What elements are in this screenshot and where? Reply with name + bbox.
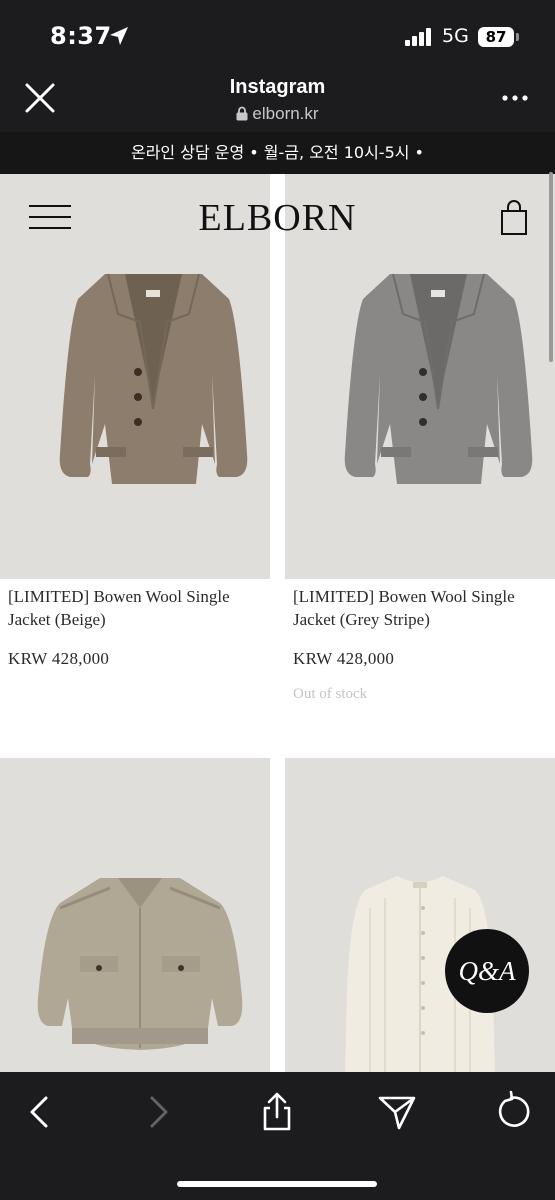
product-card[interactable]: [LIMITED] Bowen Wool Single Jacket (Beig…: [0, 174, 270, 759]
back-icon[interactable]: [18, 1090, 62, 1134]
qa-button[interactable]: Q&A: [445, 929, 529, 1013]
send-icon[interactable]: [375, 1090, 419, 1134]
announcement-bar: 온라인 상담 운영 • 월-금, 오전 10시-5시 •: [0, 132, 555, 174]
browser-header: Instagram elborn.kr: [0, 70, 555, 132]
product-card[interactable]: [285, 758, 555, 1072]
jacket-image: [37, 878, 243, 1050]
lock-icon: [236, 106, 248, 121]
cardigan-image: [345, 876, 495, 1072]
forward-icon[interactable]: [136, 1090, 180, 1134]
product-title[interactable]: [LIMITED] Bowen Wool Single Jacket (Grey…: [293, 585, 551, 631]
signal-icon: [405, 28, 431, 46]
browser-url-text: elborn.kr: [252, 104, 319, 123]
product-title[interactable]: [LIMITED] Bowen Wool Single Jacket (Beig…: [8, 585, 266, 631]
site-logo[interactable]: ELBORN: [0, 196, 555, 240]
status-time: 8:37: [50, 22, 112, 50]
more-icon[interactable]: [500, 88, 530, 108]
product-price: KRW 428,000: [8, 649, 110, 668]
browser-url: elborn.kr: [0, 104, 555, 124]
product-card[interactable]: [0, 758, 270, 1072]
battery-icon: 87: [478, 27, 514, 47]
browser-title: Instagram: [229, 76, 326, 98]
product-image[interactable]: [0, 758, 270, 1072]
product-price: KRW 428,000: [293, 649, 395, 668]
battery-tip: [516, 33, 519, 41]
network-type: 5G: [442, 25, 469, 47]
product-image[interactable]: [285, 758, 555, 1072]
home-indicator: [177, 1181, 377, 1187]
stock-status: Out of stock: [293, 686, 368, 702]
reload-icon[interactable]: [493, 1090, 537, 1134]
location-arrow-icon: [110, 27, 128, 45]
product-card[interactable]: [LIMITED] Bowen Wool Single Jacket (Grey…: [285, 174, 555, 759]
status-bar: 8:37 5G 87: [0, 0, 555, 70]
scroll-indicator[interactable]: [549, 172, 553, 362]
share-icon[interactable]: [255, 1090, 299, 1134]
cart-icon[interactable]: [498, 200, 530, 236]
web-content: 온라인 상담 운영 • 월-금, 오전 10시-5시 • [LIMITED] B…: [0, 132, 555, 1072]
